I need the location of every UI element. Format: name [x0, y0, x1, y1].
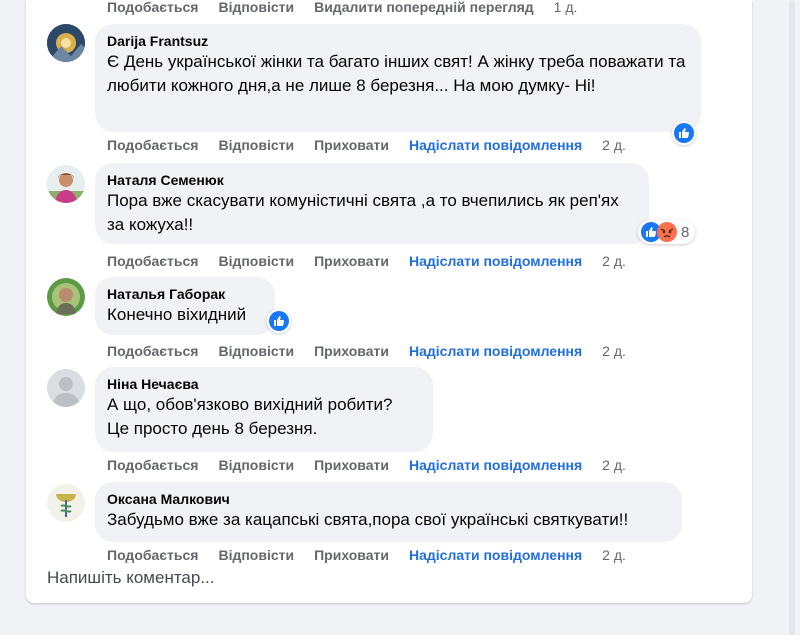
send-message-button[interactable]: Надіслати повідомлення [409, 137, 582, 153]
comment-text-line: А що, обов'язково вихідний робити? [107, 395, 393, 414]
comment-actions: Подобається Відповісти Приховати Надісла… [107, 341, 626, 361]
comment-actions: Подобається Відповісти Приховати Надісла… [107, 455, 626, 475]
hide-button[interactable]: Приховати [314, 547, 389, 563]
send-message-button[interactable]: Надіслати повідомлення [409, 253, 582, 269]
like-button[interactable]: Подобається [107, 0, 198, 15]
hide-button[interactable]: Приховати [314, 343, 389, 359]
comment-bubble: Наталья Габорак Конечно віхидний [95, 277, 275, 335]
comment-time[interactable]: 2 д. [602, 343, 626, 359]
comment-author[interactable]: Наталья Габорак [107, 285, 263, 303]
like-button[interactable]: Подобається [107, 253, 198, 269]
reaction-summary[interactable]: 8 [638, 220, 696, 244]
like-button[interactable]: Подобається [107, 457, 198, 473]
comment-actions: Подобається Відповісти Приховати Надісла… [107, 251, 626, 271]
like-button[interactable]: Подобається [107, 343, 198, 359]
avatar-image [47, 165, 85, 203]
avatar[interactable] [47, 278, 85, 316]
like-reaction-icon [674, 123, 694, 143]
remove-preview-button[interactable]: Видалити попередній перегляд [314, 0, 534, 15]
reply-button[interactable]: Відповісти [218, 457, 294, 473]
write-comment-input[interactable]: Напишіть коментар... [47, 568, 215, 588]
send-message-button[interactable]: Надіслати повідомлення [409, 457, 582, 473]
avatar[interactable] [47, 165, 85, 203]
hide-button[interactable]: Приховати [314, 253, 389, 269]
send-message-button[interactable]: Надіслати повідомлення [409, 343, 582, 359]
avatar[interactable] [47, 369, 85, 407]
comment-bubble: Ніна Нечаєва А що, обов'язково вихідний … [95, 367, 433, 452]
avatar-image [47, 278, 85, 316]
comment-text: Пора вже скасувати комуністичні свята ,а… [107, 191, 619, 234]
reply-button[interactable]: Відповісти [218, 137, 294, 153]
comment-time[interactable]: 2 д. [602, 547, 626, 563]
angry-reaction-icon [657, 222, 677, 242]
comment-time[interactable]: 2 д. [602, 253, 626, 269]
reaction-count: 8 [681, 223, 690, 241]
reaction-summary[interactable] [672, 121, 696, 145]
comment-bubble: Наталя Семенюк Пора вже скасувати комуні… [95, 163, 649, 244]
send-message-button[interactable]: Надіслати повідомлення [409, 547, 582, 563]
scrollbar[interactable] [784, 0, 800, 635]
avatar-image [47, 24, 85, 62]
like-button[interactable]: Подобається [107, 547, 198, 563]
comment-text: Забудьмо вже за кацапські свята,пора сво… [107, 510, 629, 529]
avatar[interactable] [47, 24, 85, 62]
avatar[interactable] [47, 484, 85, 522]
comment-bubble: Оксана Малкович Забудьмо вже за кацапськ… [95, 482, 682, 542]
comment-author[interactable]: Darija Frantsuz [107, 32, 689, 50]
top-comment-actions: Подобається Відповісти Видалити попередн… [107, 0, 577, 17]
comment-bubble: Darija Frantsuz Є День української жінки… [95, 24, 701, 132]
reply-button[interactable]: Відповісти [218, 343, 294, 359]
comment-text: Конечно віхидний [107, 305, 247, 324]
like-button[interactable]: Подобається [107, 137, 198, 153]
comment-text: Є День української жінки та багато інших… [107, 52, 686, 95]
comment-author[interactable]: Ніна Нечаєва [107, 375, 421, 393]
reply-button[interactable]: Відповісти [218, 0, 294, 15]
scrollbar-track[interactable] [789, 0, 795, 635]
comment-time[interactable]: 2 д. [602, 457, 626, 473]
reply-button[interactable]: Відповісти [218, 547, 294, 563]
hide-button[interactable]: Приховати [314, 457, 389, 473]
hide-button[interactable]: Приховати [314, 137, 389, 153]
reaction-summary[interactable] [267, 309, 291, 333]
reply-button[interactable]: Відповісти [218, 253, 294, 269]
comment-actions: Подобається Відповісти Приховати Надісла… [107, 135, 626, 155]
comment-actions: Подобається Відповісти Приховати Надісла… [107, 545, 626, 565]
default-avatar-icon [47, 369, 85, 407]
comment-time[interactable]: 1 д. [554, 0, 578, 15]
comment-author[interactable]: Наталя Семенюк [107, 171, 637, 189]
avatar-image [47, 484, 85, 522]
like-reaction-icon [269, 311, 289, 331]
comment-time[interactable]: 2 д. [602, 137, 626, 153]
comment-author[interactable]: Оксана Малкович [107, 490, 670, 508]
comment-text-line: Це просто день 8 березня. [107, 419, 318, 438]
